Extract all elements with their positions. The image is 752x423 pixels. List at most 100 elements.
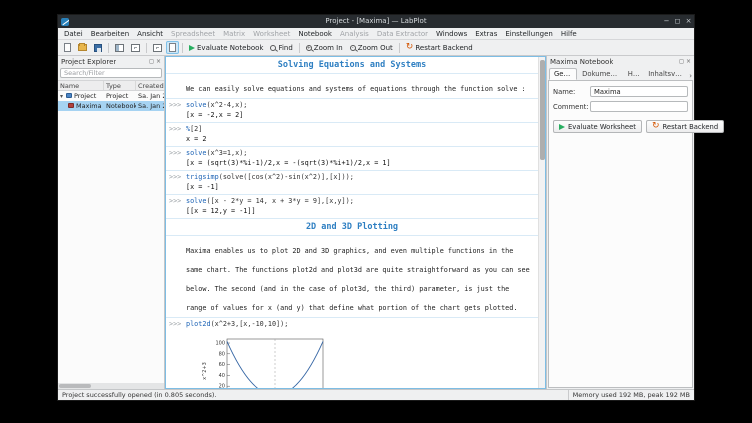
toggle-project-explorer-button[interactable] — [112, 41, 127, 54]
menu-extras[interactable]: Extras — [471, 28, 501, 40]
properties-dock: Maxima Notebook ◻ × General Dokumentatio… — [546, 56, 694, 389]
notebook-view: Solving Equations and Systems We can eas… — [165, 56, 546, 389]
new-project-button[interactable] — [61, 41, 74, 54]
toolbar-separator — [399, 43, 400, 53]
restart-backend-button[interactable]: ↻ Restart Backend — [403, 41, 476, 54]
column-type[interactable]: Type — [104, 81, 136, 90]
project-explorer-title: Project Explorer — [61, 58, 116, 66]
ytick: 80 — [219, 351, 225, 357]
play-icon — [559, 124, 565, 130]
dock-float-icon[interactable]: ◻ — [679, 58, 684, 66]
tab-general[interactable]: General — [549, 68, 577, 80]
notebook-cell-plot1[interactable]: >>> plot2d(x^2+3,[x,-10,10]); — [166, 318, 538, 388]
column-name[interactable]: Name — [58, 81, 104, 90]
minimize-button[interactable]: − — [661, 15, 672, 28]
find-button[interactable]: Find — [267, 41, 295, 54]
status-message: Project successfully opened (in 0.805 se… — [58, 391, 216, 399]
restart-backend-label: Restart Backend — [415, 44, 472, 52]
menubar: Datei Bearbeiten Ansicht Spreadsheet Mat… — [58, 28, 694, 40]
menu-worksheet: Worksheet — [249, 28, 294, 40]
code-args: [2] — [190, 125, 202, 133]
zoom-in-icon: + — [306, 45, 312, 51]
scrollbar-thumb[interactable] — [540, 60, 545, 160]
menu-notebook[interactable]: Notebook — [294, 28, 336, 40]
zoom-out-button[interactable]: - Zoom Out — [347, 41, 396, 54]
code-args: (x^2+3,[x,-10,10]); — [211, 320, 289, 328]
cell-prompt: >>> — [169, 320, 181, 328]
dock-close-icon[interactable]: × — [686, 58, 691, 66]
titlebar[interactable]: Project - [Maxima] — LabPlot − ◻ × — [58, 15, 694, 28]
tree-item-label: Maxima — [76, 102, 102, 110]
project-tree: Name Type Created ▾Project Project Sa. J… — [58, 80, 164, 389]
statusbar: Project successfully opened (in 0.805 se… — [58, 389, 694, 400]
scrollbar-thumb[interactable] — [59, 384, 91, 388]
vertical-scrollbar[interactable] — [538, 57, 545, 388]
menu-einstellungen[interactable]: Einstellungen — [501, 28, 556, 40]
code-function: trigsimp — [186, 173, 219, 181]
cell-output: [x = (sqrt(3)*%i-1)/2,x = -(sqrt(3)*%i+1… — [186, 159, 532, 168]
tab-dokumentation[interactable]: Dokumentation — [577, 68, 623, 80]
plotting-text: Maxima enables us to plot 2D and 3D grap… — [186, 247, 530, 312]
menu-windows[interactable]: Windows — [432, 28, 471, 40]
open-project-button[interactable] — [75, 41, 90, 54]
cell-prompt: >>> — [169, 149, 181, 157]
menu-bearbeiten[interactable]: Bearbeiten — [87, 28, 133, 40]
toggle-properties-button[interactable] — [128, 41, 143, 54]
column-created[interactable]: Created — [136, 81, 164, 90]
new-worksheet-button[interactable] — [150, 41, 165, 54]
notebook-icon — [169, 43, 176, 52]
properties-header: Maxima Notebook ◻ × — [547, 56, 694, 67]
save-project-button[interactable] — [91, 41, 105, 54]
zoom-in-button[interactable]: + Zoom In — [303, 41, 346, 54]
notebook-content[interactable]: Solving Equations and Systems We can eas… — [166, 57, 538, 388]
code-args: (x^2-4,x); — [206, 101, 247, 109]
find-label: Find — [278, 44, 292, 52]
intro-solve: solve — [497, 85, 517, 93]
menu-ansicht[interactable]: Ansicht — [133, 28, 167, 40]
notebook-cell-5[interactable]: >>> solve([x - 2*y = 14, x + 3*y = 9],[x… — [166, 195, 538, 219]
maxima-notebook-icon — [68, 103, 74, 108]
menu-spreadsheet: Spreadsheet — [167, 28, 219, 40]
restart-backend-panel-button[interactable]: ↻ Restart Backend — [646, 120, 724, 133]
notebook-text-block: We can easily solve equations and system… — [166, 74, 538, 99]
close-button[interactable]: × — [683, 15, 694, 28]
search-input[interactable] — [60, 68, 162, 78]
menu-datei[interactable]: Datei — [60, 28, 87, 40]
tree-row-maxima[interactable]: Maxima Notebook Sa. Jan 2 1 — [58, 101, 164, 111]
notebook-cell-3[interactable]: >>> solve(x^3=1,x); [x = (sqrt(3)*%i-1)/… — [166, 147, 538, 171]
toolbar: Evaluate Notebook Find + Zoom In - Zoom … — [58, 40, 694, 56]
tree-item-label: Project — [74, 92, 96, 100]
tree-item-type: Notebook — [104, 101, 136, 111]
dock-close-icon[interactable]: × — [156, 58, 161, 66]
tree-row-project[interactable]: ▾Project Project Sa. Jan 2 18: — [58, 91, 164, 101]
cell-prompt: >>> — [169, 101, 181, 109]
menu-hilfe[interactable]: Hilfe — [557, 28, 581, 40]
notebook-cell-2[interactable]: >>> %[2] x = 2 — [166, 123, 538, 147]
tab-hilfe[interactable]: Hilfe — [623, 68, 643, 80]
zoom-out-label: Zoom Out — [358, 44, 393, 52]
project-explorer-header: Project Explorer ◻ × — [58, 56, 164, 67]
labplot-app-icon — [61, 18, 69, 26]
notebook-view-button[interactable] — [166, 41, 179, 54]
memory-usage: Memory used 192 MB, peak 192 MB — [568, 390, 694, 400]
tree-header[interactable]: Name Type Created — [58, 81, 164, 91]
comment-label: Comment: — [553, 103, 587, 111]
project-explorer-dock: Project Explorer ◻ × Name Type Created ▾… — [58, 56, 165, 389]
notebook-cell-1[interactable]: >>> solve(x^2-4,x); [x = -2,x = 2] — [166, 99, 538, 123]
notebook-cell-4[interactable]: >>> trigsimp(solve([cos(x^2)-sin(x^2)],[… — [166, 171, 538, 195]
ytick: 40 — [219, 372, 225, 378]
evaluate-worksheet-button[interactable]: Evaluate Worksheet — [553, 120, 642, 133]
side-panel-icon — [115, 44, 124, 52]
dock-float-icon[interactable]: ◻ — [149, 58, 154, 66]
horizontal-scrollbar[interactable] — [58, 383, 164, 389]
name-field[interactable] — [590, 86, 688, 97]
evaluate-notebook-button[interactable]: Evaluate Notebook — [186, 41, 266, 54]
tab-overflow-icon[interactable]: › — [689, 72, 692, 80]
comment-field[interactable] — [590, 101, 688, 112]
intro-text: We can easily solve equations and system… — [186, 85, 497, 93]
maximize-button[interactable]: ◻ — [672, 15, 683, 28]
tab-inhaltsverzeichnis[interactable]: Inhaltsverzeichnis — [643, 68, 689, 80]
toolbar-separator — [146, 43, 147, 53]
ytick: 100 — [215, 340, 225, 346]
restart-icon: ↻ — [652, 122, 660, 131]
